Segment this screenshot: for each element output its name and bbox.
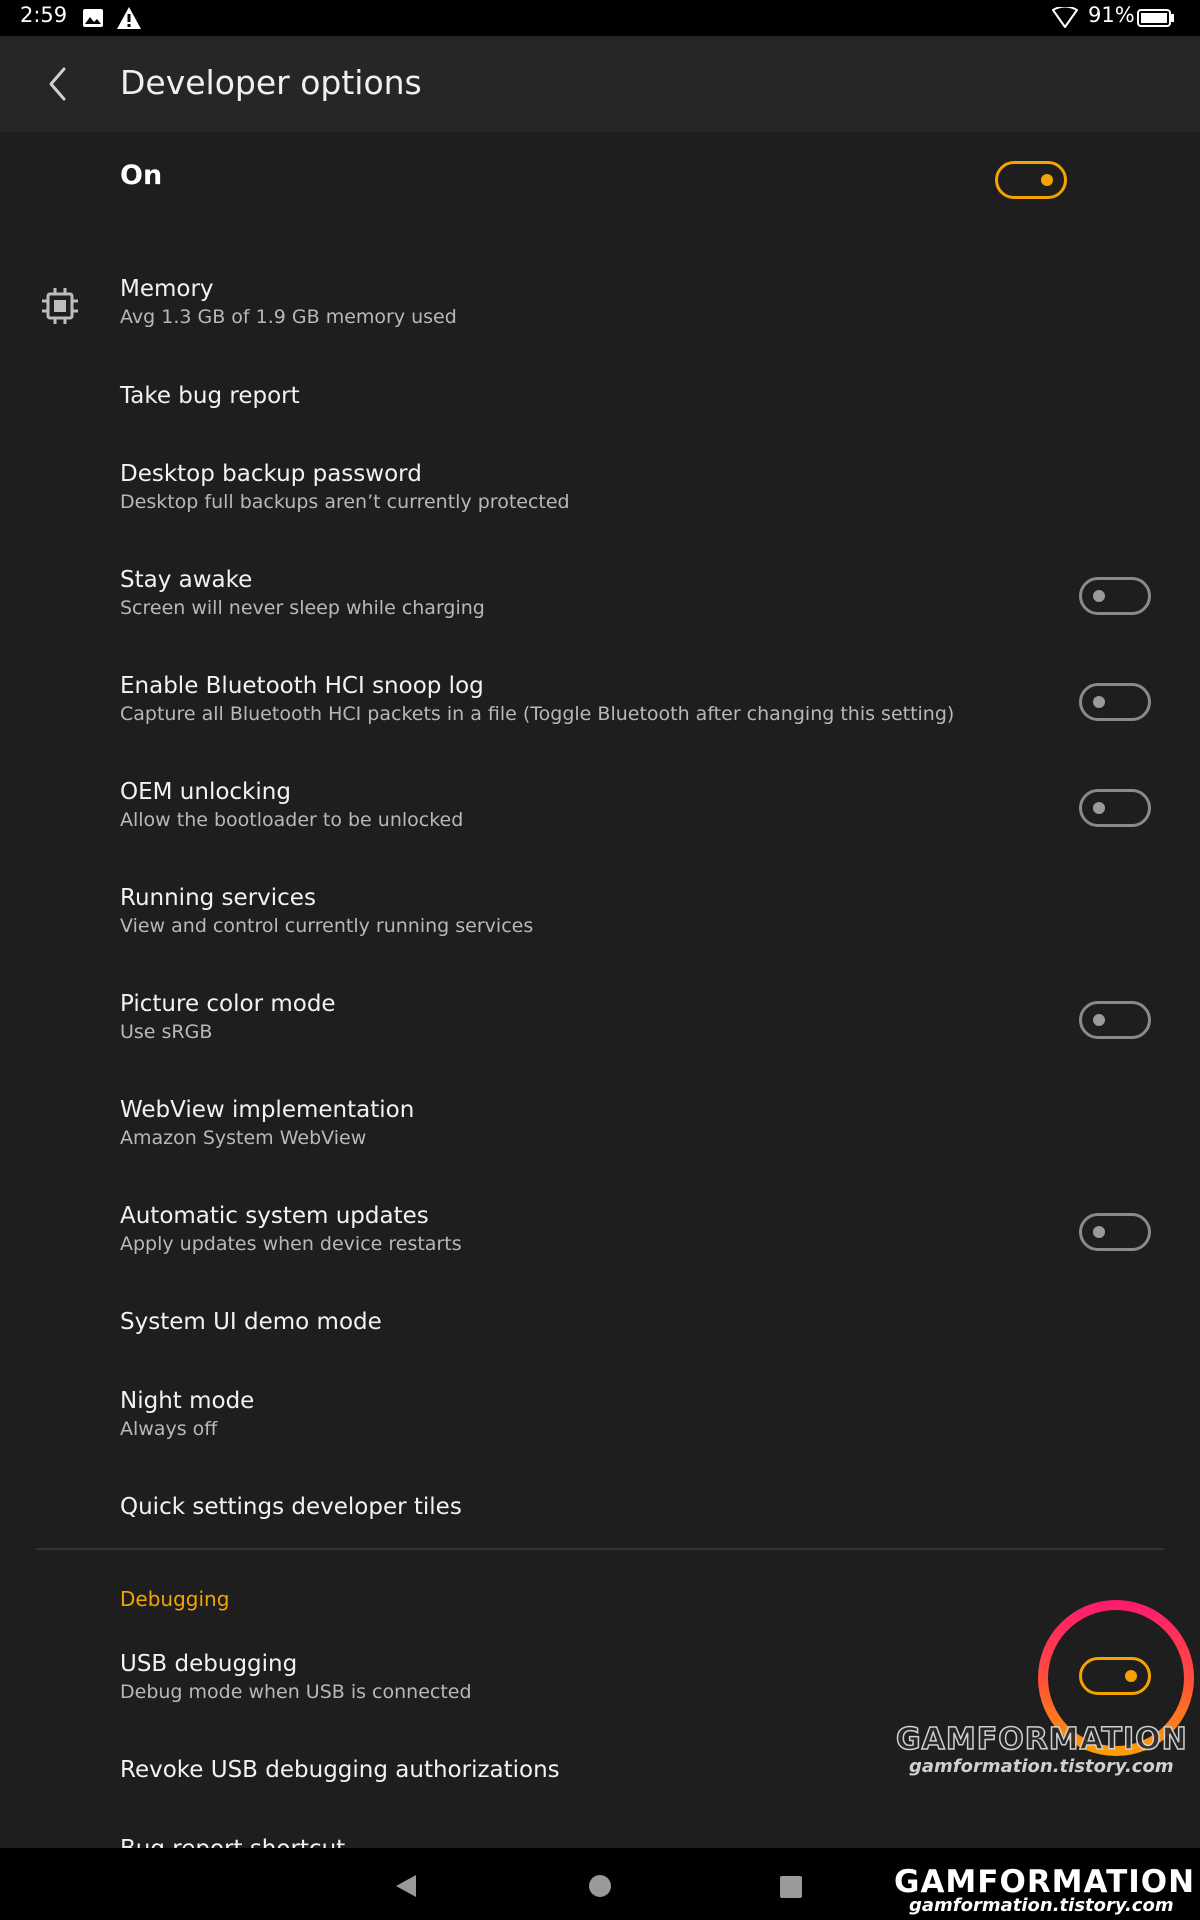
image-notification-icon xyxy=(83,9,103,27)
master-switch-row[interactable]: On xyxy=(0,132,1200,228)
master-toggle[interactable] xyxy=(995,161,1067,199)
bt-snoop-toggle[interactable] xyxy=(1079,683,1151,721)
section-header-debugging: Debugging xyxy=(120,1587,230,1611)
pref-title: WebView implementation xyxy=(120,1097,415,1123)
pref-title: Desktop backup password xyxy=(120,461,422,487)
pref-summary: View and control currently running servi… xyxy=(120,915,534,937)
pref-title: System UI demo mode xyxy=(120,1309,382,1335)
stay-awake-toggle[interactable] xyxy=(1079,577,1151,615)
watermark-url-bottom: gamformation.tistory.com xyxy=(909,1895,1174,1916)
pref-title: Revoke USB debugging authorizations xyxy=(120,1757,560,1783)
master-switch-label: On xyxy=(120,160,163,191)
pref-summary: Amazon System WebView xyxy=(120,1127,367,1149)
pref-title: OEM unlocking xyxy=(120,779,291,805)
pref-title: Take bug report xyxy=(120,383,300,409)
pref-title: Quick settings developer tiles xyxy=(120,1494,462,1520)
warning-icon xyxy=(117,7,141,29)
status-bar: 2:59 91% xyxy=(0,0,1200,36)
pref-usb-debugging[interactable]: USB debugging Debug mode when USB is con… xyxy=(0,1651,1200,1721)
status-time: 2:59 xyxy=(20,3,68,27)
pref-title: Running services xyxy=(120,885,316,911)
pref-bug-report-shortcut[interactable]: Bug report shortcut xyxy=(0,1836,1200,1848)
toggle-knob xyxy=(1041,174,1053,186)
oem-unlock-toggle[interactable] xyxy=(1079,789,1151,827)
back-triangle-icon[interactable] xyxy=(394,1873,418,1899)
pref-summary: Allow the bootloader to be unlocked xyxy=(120,809,464,831)
pref-summary: Screen will never sleep while charging xyxy=(120,597,485,619)
pref-quick-settings-tiles[interactable]: Quick settings developer tiles xyxy=(0,1494,1200,1534)
pref-summary: Capture all Bluetooth HCI packets in a f… xyxy=(120,703,955,725)
pref-summary: Avg 1.3 GB of 1.9 GB memory used xyxy=(120,306,457,328)
pref-webview-implementation[interactable]: WebView implementation Amazon System Web… xyxy=(0,1097,1200,1167)
section-divider xyxy=(36,1548,1164,1550)
toggle-knob xyxy=(1093,696,1105,708)
pref-system-ui-demo-mode[interactable]: System UI demo mode xyxy=(0,1309,1200,1349)
pref-title: Automatic system updates xyxy=(120,1203,429,1229)
toggle-knob xyxy=(1093,1014,1105,1026)
pref-stay-awake[interactable]: Stay awake Screen will never sleep while… xyxy=(0,567,1200,637)
pref-summary: Desktop full backups aren’t currently pr… xyxy=(120,491,570,513)
pref-title: Night mode xyxy=(120,1388,255,1414)
app-bar: Developer options xyxy=(0,36,1200,132)
toggle-knob xyxy=(1093,590,1105,602)
pref-title: Stay awake xyxy=(120,567,253,593)
auto-updates-toggle[interactable] xyxy=(1079,1213,1151,1251)
pref-night-mode[interactable]: Night mode Always off xyxy=(0,1388,1200,1458)
pref-take-bug-report[interactable]: Take bug report xyxy=(0,383,1200,423)
wifi-icon xyxy=(1052,7,1078,28)
pref-summary: Always off xyxy=(120,1418,218,1440)
pref-title: USB debugging xyxy=(120,1651,298,1677)
pref-title: Bug report shortcut xyxy=(120,1836,345,1848)
pref-oem-unlocking[interactable]: OEM unlocking Allow the bootloader to be… xyxy=(0,779,1200,849)
home-circle-icon[interactable] xyxy=(589,1875,611,1897)
pref-title: Picture color mode xyxy=(120,991,336,1017)
pref-running-services[interactable]: Running services View and control curren… xyxy=(0,885,1200,955)
toggle-knob xyxy=(1125,1670,1137,1682)
pref-summary: Use sRGB xyxy=(120,1021,213,1043)
toggle-knob xyxy=(1093,1226,1105,1238)
recents-square-icon[interactable] xyxy=(780,1876,802,1898)
toggle-knob xyxy=(1093,802,1105,814)
battery-percent: 91% xyxy=(1088,3,1135,27)
pref-summary: Apply updates when device restarts xyxy=(120,1233,462,1255)
chevron-left-icon[interactable] xyxy=(44,65,72,103)
pref-memory[interactable]: Memory Avg 1.3 GB of 1.9 GB memory used xyxy=(0,276,1200,346)
pref-title: Memory xyxy=(120,276,214,302)
battery-icon xyxy=(1137,9,1174,27)
pref-automatic-system-updates[interactable]: Automatic system updates Apply updates w… xyxy=(0,1203,1200,1273)
pref-picture-color-mode[interactable]: Picture color mode Use sRGB xyxy=(0,991,1200,1061)
pref-summary: Debug mode when USB is connected xyxy=(120,1681,472,1703)
pref-bluetooth-hci-snoop[interactable]: Enable Bluetooth HCI snoop log Capture a… xyxy=(0,673,1200,743)
usb-debugging-toggle[interactable] xyxy=(1079,1657,1151,1695)
pref-title: Enable Bluetooth HCI snoop log xyxy=(120,673,484,699)
watermark-url: gamformation.tistory.com xyxy=(909,1756,1174,1777)
pref-desktop-backup-password[interactable]: Desktop backup password Desktop full bac… xyxy=(0,461,1200,531)
watermark-brand: GAMFORMATION xyxy=(895,1721,1188,1758)
color-mode-toggle[interactable] xyxy=(1079,1001,1151,1039)
page-title: Developer options xyxy=(120,63,422,102)
